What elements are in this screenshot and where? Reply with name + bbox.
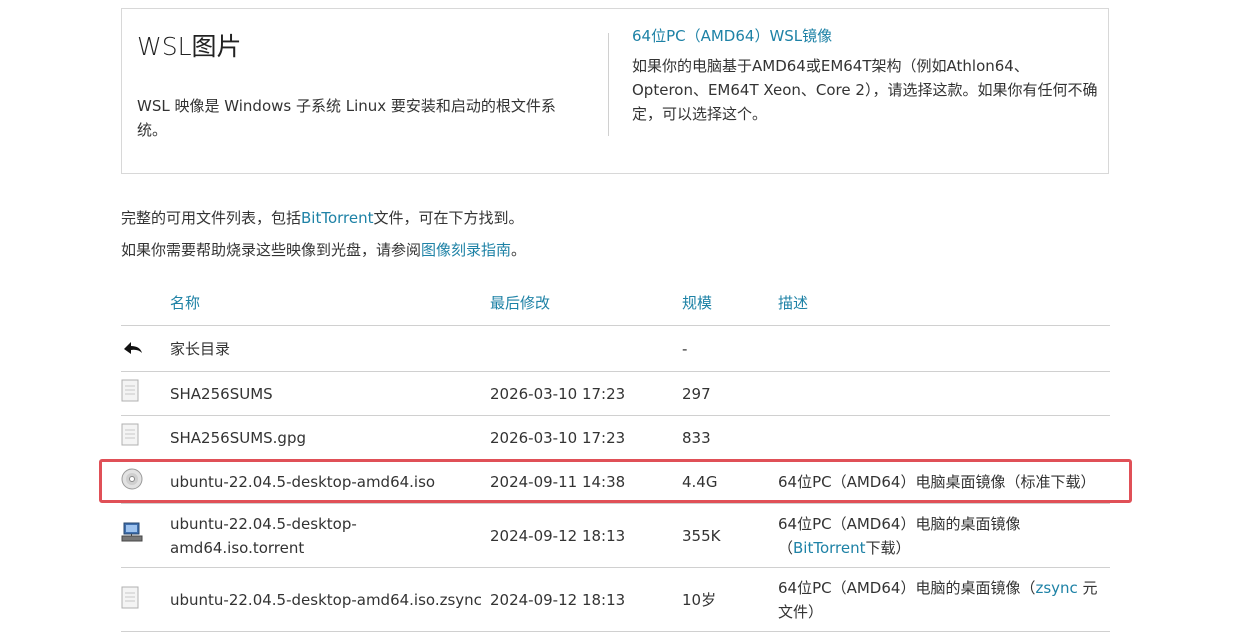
file-modified: 2024-09-11 14:38 <box>490 473 626 491</box>
description-text: 下载） <box>865 539 911 557</box>
parent-directory-icon <box>121 335 145 363</box>
file-link[interactable]: SHA256SUMS.gpg <box>170 426 306 450</box>
wsl-image-description: 如果你的电脑基于AMD64或EM64T架构（例如Athlon64、Opteron… <box>632 57 1098 123</box>
wsl-image-link[interactable]: 64位PC（AMD64）WSL镜像 <box>632 27 832 45</box>
wsl-description: WSL 映像是 Windows 子系统 Linux 要安装和启动的根文件系统。 <box>137 97 556 139</box>
table-row: ubuntu-22.04.5-desktop-amd64.iso.torrent… <box>121 504 1110 568</box>
file-modified: 2024-09-12 18:13 <box>490 591 626 609</box>
description-text: 64位PC（AMD64）电脑的桌面镜像（ <box>778 579 1036 597</box>
table-row: SHA256SUMS 2026-03-10 17:23 297 <box>121 372 1110 416</box>
bittorrent-description-link[interactable]: BitTorrent <box>793 539 866 557</box>
file-modified: 2026-03-10 17:23 <box>490 429 626 447</box>
intro-file-list: 完整的可用文件列表，包括BitTorrent文件，可在下方找到。 <box>121 207 524 229</box>
file-link[interactable]: 家长目录 <box>170 337 230 361</box>
file-modified: 2024-09-12 18:13 <box>490 527 626 545</box>
intro-text: 如果你需要帮助烧录这些映像到光盘，请参阅 <box>121 241 422 259</box>
file-link[interactable]: ubuntu-22.04.5-desktop-amd64.iso.torrent <box>170 512 370 560</box>
file-description: 64位PC（AMD64）电脑的桌面镜像（zsync 元文件） <box>778 576 1108 624</box>
file-modified: 2026-03-10 17:23 <box>490 385 626 403</box>
bittorrent-link[interactable]: BitTorrent <box>301 209 374 227</box>
file-size: 833 <box>682 429 711 447</box>
file-description: 64位PC（AMD64）电脑的桌面镜像（BitTorrent下载） <box>778 512 1068 560</box>
wsl-image-panel: 64位PC（AMD64）WSL镜像 如果你的电脑基于AMD64或EM64T架构（… <box>632 24 1102 126</box>
intro-text: 。 <box>511 241 527 259</box>
intro-text: 完整的可用文件列表，包括 <box>121 209 302 227</box>
network-torrent-icon <box>121 522 143 548</box>
file-size: 297 <box>682 385 711 403</box>
file-link[interactable]: ubuntu-22.04.5-desktop-amd64.iso.zsync <box>170 588 482 612</box>
intro-text: 文件，可在下方找到。 <box>373 209 524 227</box>
table-row: ubuntu-22.04.5-desktop-amd64.iso 2024-09… <box>121 460 1110 504</box>
sort-by-size[interactable]: 规模 <box>682 292 712 313</box>
sort-by-modified[interactable]: 最后修改 <box>490 292 550 313</box>
sort-by-description[interactable]: 描述 <box>778 292 808 313</box>
file-size: - <box>682 340 688 358</box>
table-header: 名称 最后修改 规模 描述 <box>121 290 1110 326</box>
file-size: 10岁 <box>682 591 717 609</box>
file-size: 4.4G <box>682 473 718 491</box>
table-row: SHA256SUMS.gpg 2026-03-10 17:23 833 <box>121 416 1110 460</box>
file-link[interactable]: ubuntu-22.04.5-desktop-amd64.iso <box>170 470 435 494</box>
disc-image-icon <box>121 468 143 494</box>
text-file-icon <box>121 586 141 614</box>
wsl-info-box: WSL图片 WSL 映像是 Windows 子系统 Linux 要安装和启动的根… <box>121 8 1109 174</box>
file-description: 64位PC（AMD64）电脑桌面镜像（标准下载） <box>778 473 1096 491</box>
burn-guide-link[interactable]: 图像刻录指南 <box>421 241 511 259</box>
text-file-icon <box>121 423 141 451</box>
table-row: 家长目录 - <box>121 326 1110 372</box>
text-file-icon <box>121 379 141 407</box>
file-size: 355K <box>682 527 721 545</box>
intro-burn-guide: 如果你需要帮助烧录这些映像到光盘，请参阅图像刻录指南。 <box>121 239 526 261</box>
zsync-description-link[interactable]: zsync <box>1035 579 1077 597</box>
file-link[interactable]: SHA256SUMS <box>170 382 273 406</box>
wsl-divider <box>608 33 609 136</box>
table-row: ubuntu-22.04.5-desktop-amd64.iso.zsync 2… <box>121 568 1110 632</box>
sort-by-name[interactable]: 名称 <box>170 292 200 313</box>
wsl-title: WSL图片 <box>137 32 242 61</box>
